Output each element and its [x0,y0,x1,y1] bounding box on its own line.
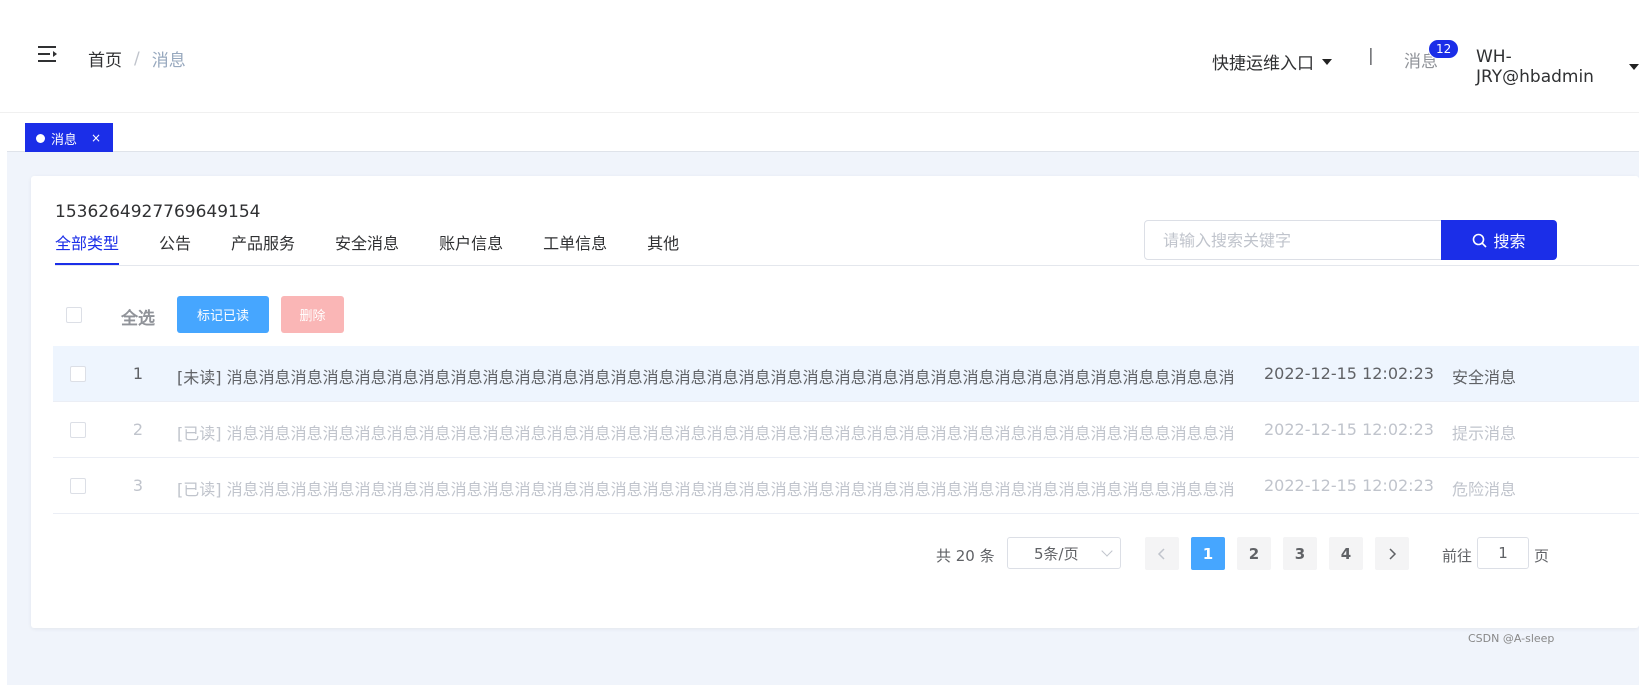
tab-product-service[interactable]: 产品服务 [231,234,295,266]
row-checkbox[interactable] [70,478,86,494]
row-index: 2 [132,420,144,439]
delete-button[interactable]: 删除 [281,296,344,333]
row-checkbox[interactable] [70,366,86,382]
next-page-button[interactable] [1375,537,1409,570]
row-index: 1 [132,364,144,383]
type-tabs: 全部类型 公告 产品服务 安全消息 账户信息 工单信息 其他 [55,234,719,266]
quick-entry-label: 快捷运维入口 [1212,54,1314,74]
tab-account[interactable]: 账户信息 [439,234,503,266]
select-all-checkbox[interactable] [66,307,82,323]
goto-page-input[interactable]: 1 [1477,537,1529,569]
messages-badge: 12 [1428,39,1460,59]
user-dropdown[interactable]: WH-JRY@hbadmin [1476,47,1639,87]
search-button-label: 搜索 [1493,232,1526,251]
message-card: 1536264927769649154 全部类型 公告 产品服务 安全消息 账户… [31,176,1639,628]
search-input[interactable] [1145,221,1441,259]
row-content[interactable]: [未读] 消息消息消息消息消息消息消息消息消息消息消息消息消息消息消息消息消息消… [177,364,1233,388]
page-button-2[interactable]: 2 [1237,537,1271,570]
row-time: 2022-12-15 12:02:23 [1264,420,1434,439]
tabs-divider [55,265,1639,266]
active-dot-icon [36,133,45,143]
table-row[interactable]: 2 [已读] 消息消息消息消息消息消息消息消息消息消息消息消息消息消息消息消息消… [53,402,1639,458]
close-icon[interactable]: × [91,131,101,145]
row-index: 3 [132,476,144,495]
search-button[interactable]: 搜索 [1441,220,1557,260]
table-row[interactable]: 3 [已读] 消息消息消息消息消息消息消息消息消息消息消息消息消息消息消息消息消… [53,458,1639,514]
breadcrumb-separator: / [134,48,140,69]
chevron-down-icon [1101,545,1113,557]
page-button-1[interactable]: 1 [1191,537,1225,570]
tag-label: 消息 [51,132,78,148]
page-size-select[interactable]: 5条/页 [1007,537,1121,569]
breadcrumb: 首页 / 消息 [88,46,186,72]
caret-down-icon [1629,64,1639,70]
pagination-total: 共 20 条 [936,547,995,565]
tab-security[interactable]: 安全消息 [335,234,399,266]
chevron-right-icon [1389,547,1397,560]
tag-messages[interactable]: 消息 × [25,123,113,153]
quick-entry-dropdown[interactable]: 快捷运维入口 [1212,49,1332,74]
page-button-4[interactable]: 4 [1329,537,1363,570]
menu-fold-icon[interactable] [38,45,58,63]
page-size-value: 5条/页 [1034,544,1079,563]
tags-view: 消息 × [7,113,1639,153]
tab-all-types[interactable]: 全部类型 [55,234,120,266]
search-icon [1473,233,1488,248]
watermark: CSDN @A-sleep [1468,632,1555,645]
search-field [1144,220,1442,260]
tab-announcement[interactable]: 公告 [159,234,191,266]
row-content[interactable]: [已读] 消息消息消息消息消息消息消息消息消息消息消息消息消息消息消息消息消息消… [177,476,1233,500]
row-checkbox[interactable] [70,422,86,438]
username: WH-JRY@hbadmin [1476,47,1594,87]
row-type: 提示消息 [1452,424,1517,443]
header-divider: | [1368,46,1374,66]
breadcrumb-current: 消息 [151,51,186,71]
chevron-left-icon [1157,547,1165,560]
row-time: 2022-12-15 12:02:23 [1264,364,1434,383]
message-table: 1 [未读] 消息消息消息消息消息消息消息消息消息消息消息消息消息消息消息消息消… [53,346,1639,514]
goto-suffix: 页 [1534,547,1550,565]
row-time: 2022-12-15 12:02:23 [1264,476,1434,495]
mark-read-button[interactable]: 标记已读 [177,296,269,333]
table-row[interactable]: 1 [未读] 消息消息消息消息消息消息消息消息消息消息消息消息消息消息消息消息消… [53,346,1639,402]
breadcrumb-home[interactable]: 首页 [88,46,122,71]
tab-ticket[interactable]: 工单信息 [543,234,607,266]
row-content[interactable]: [已读] 消息消息消息消息消息消息消息消息消息消息消息消息消息消息消息消息消息消… [177,420,1233,444]
caret-down-icon [1322,58,1332,65]
row-type: 安全消息 [1452,368,1517,387]
prev-page-button[interactable] [1145,537,1179,570]
top-header: 首页 / 消息 快捷运维入口 | 消息 12 WH-JRY@hbadmin [0,0,1639,113]
row-type: 危险消息 [1452,480,1517,499]
id-text: 1536264927769649154 [55,202,261,222]
goto-label: 前往 [1442,547,1473,565]
select-all-label: 全选 [121,309,155,329]
tab-other[interactable]: 其他 [647,234,679,266]
page-button-3[interactable]: 3 [1283,537,1317,570]
